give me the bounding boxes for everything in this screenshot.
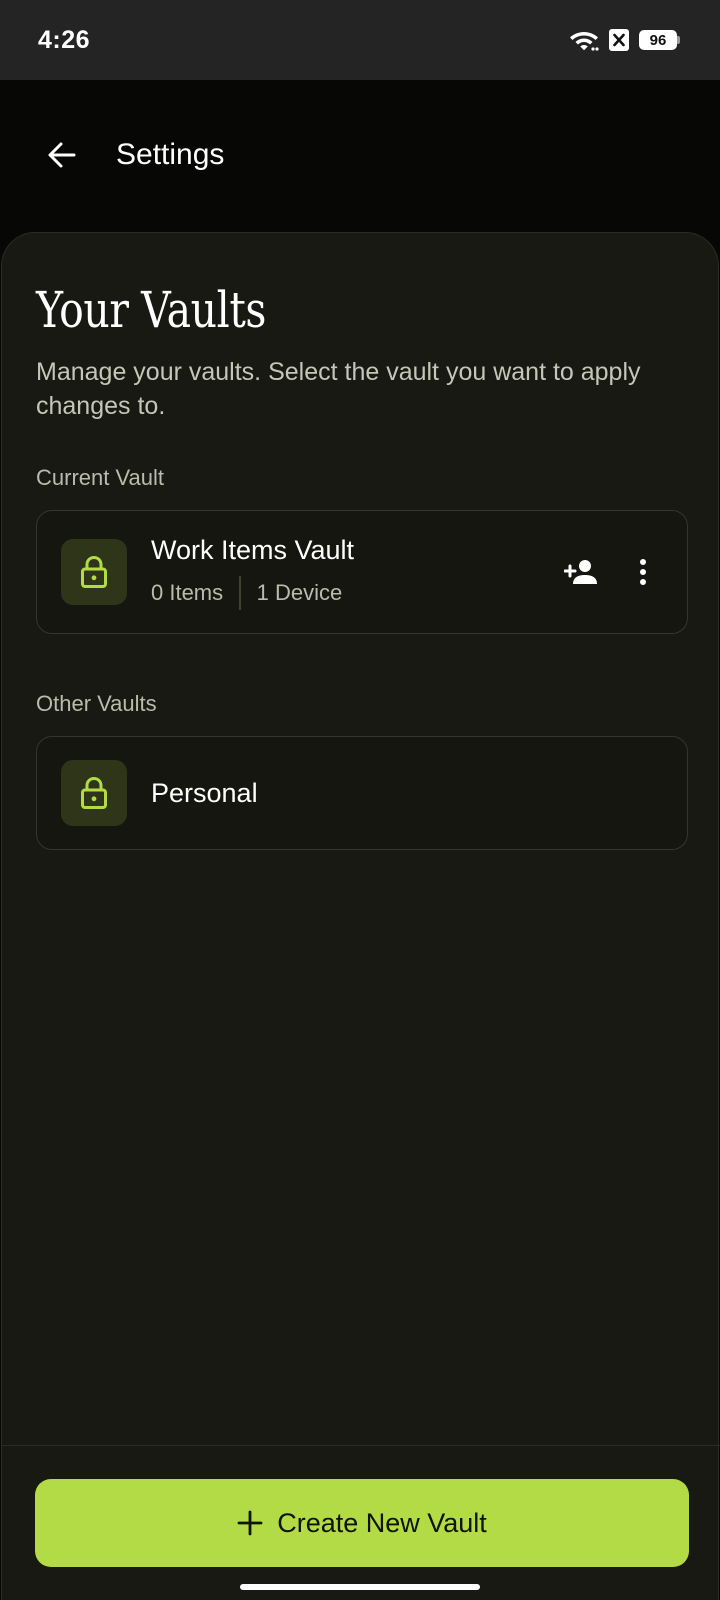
vault-icon-box bbox=[61, 539, 127, 605]
other-vaults-label: Other Vaults bbox=[36, 691, 157, 716]
page-description: Manage your vaults. Select the vault you… bbox=[36, 358, 641, 420]
current-vault-label: Current Vault bbox=[36, 465, 164, 490]
battery-icon: 96 bbox=[639, 30, 680, 50]
current-vault-card[interactable]: Work Items Vault 0 Items 1 Device bbox=[36, 510, 688, 634]
battery-level: 96 bbox=[639, 30, 677, 50]
arrow-back-icon bbox=[48, 142, 76, 168]
notification-x-icon bbox=[609, 29, 629, 51]
status-time: 4:26 bbox=[38, 25, 91, 54]
create-new-vault-button[interactable]: Create New Vault bbox=[35, 1479, 689, 1567]
vault-icon-box bbox=[61, 760, 127, 826]
home-indicator[interactable] bbox=[240, 1584, 480, 1590]
share-vault-button[interactable] bbox=[561, 552, 601, 592]
vaults-panel: Your Vaults Manage your vaults. Select t… bbox=[1, 232, 720, 1600]
status-bar: 4:26 96 bbox=[0, 0, 720, 80]
more-vert-icon bbox=[640, 559, 646, 585]
vault-meta: 0 Items 1 Device bbox=[151, 575, 561, 610]
back-button[interactable] bbox=[44, 137, 80, 173]
top-bar-title: Settings bbox=[116, 138, 225, 171]
vault-text: Personal bbox=[151, 778, 687, 809]
add-person-icon bbox=[564, 560, 597, 584]
wifi-icon bbox=[570, 32, 599, 51]
page-title: Your Vaults bbox=[36, 281, 267, 339]
footer-divider bbox=[2, 1445, 720, 1446]
plus-icon bbox=[237, 1510, 263, 1536]
vault-device-count: 1 Device bbox=[256, 579, 343, 605]
vault-text: Work Items Vault 0 Items 1 Device bbox=[151, 535, 561, 610]
vault-name: Personal bbox=[151, 777, 258, 808]
create-button-label: Create New Vault bbox=[277, 1507, 487, 1538]
lock-icon bbox=[81, 776, 107, 809]
other-vault-card-personal[interactable]: Personal bbox=[36, 736, 688, 850]
meta-divider bbox=[239, 575, 241, 610]
status-icons: 96 bbox=[569, 28, 680, 52]
vault-items-count: 0 Items bbox=[151, 579, 224, 605]
vault-name: Work Items Vault bbox=[151, 534, 355, 565]
battery-tip bbox=[677, 36, 680, 44]
vault-options-button[interactable] bbox=[623, 552, 663, 592]
lock-icon bbox=[81, 555, 107, 588]
card-actions bbox=[561, 552, 663, 592]
top-app-bar: Settings bbox=[0, 80, 720, 230]
